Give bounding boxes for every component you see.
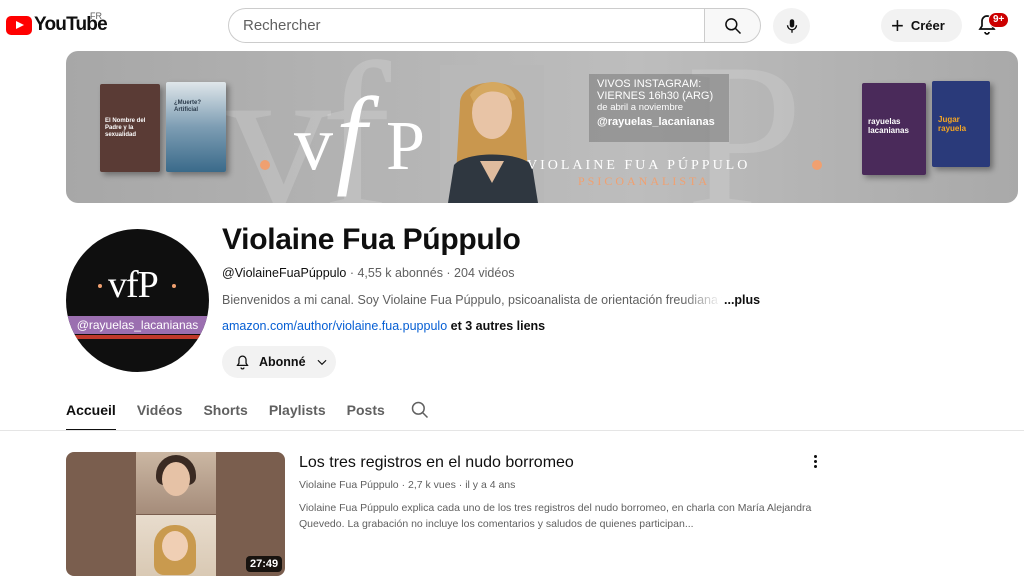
video-description: Violaine Fua Púppulo explica cada uno de… (299, 502, 812, 530)
tab-playlists[interactable]: Playlists (269, 400, 326, 431)
tab-videos[interactable]: Vidéos (137, 400, 183, 431)
subscribed-button[interactable]: Abonné (222, 346, 336, 378)
channel-links: amazon.com/author/violaine.fua.puppulo e… (222, 319, 545, 333)
search-icon (724, 17, 741, 34)
banner-dot-left (260, 160, 270, 170)
instagram-live-box: VIVOS INSTAGRAM: VIERNES 16h30 (ARG) de … (589, 74, 729, 142)
voice-search-button[interactable] (773, 8, 810, 44)
chevron-down-icon (317, 359, 327, 366)
country-code: FR (90, 11, 102, 21)
banner-role: PSICOANALISTA (578, 174, 711, 188)
vfp-logo-p: P (386, 108, 425, 185)
description-more-link[interactable]: ...plus (724, 293, 760, 307)
channel-name: Violaine Fua Púppulo (222, 223, 521, 256)
video-meta: Violaine Fua Púppulo · 2,7 k vues · il y… (299, 479, 515, 491)
instagram-line-1: VIVOS INSTAGRAM: (597, 78, 702, 90)
book-cover-3: rayuelas lacanianas (862, 83, 926, 175)
tab-posts[interactable]: Posts (347, 400, 385, 431)
channel-description[interactable]: Bienvenidos a mi canal. Soy Violaine Fua… (222, 293, 722, 307)
channel-meta: @ViolaineFuaPúppulo · 4,55 k abonnés · 2… (222, 266, 515, 280)
top-bar: YouTube FR + Créer 9+ (0, 0, 1024, 52)
notifications-badge: 9+ (988, 12, 1010, 28)
thumbnail-participant-2 (136, 515, 216, 576)
search-input[interactable] (229, 9, 704, 42)
channel-handle: @ViolaineFuaPúppulo (222, 266, 347, 280)
video-age: il y a 4 ans (465, 479, 516, 491)
subscribed-label: Abonné (259, 355, 306, 369)
avatar-dot-left (98, 284, 102, 288)
kebab-dot (813, 454, 817, 458)
channel-banner: vf P El Nombre del Padre y la sexualidad… (66, 51, 1018, 203)
tab-shorts[interactable]: Shorts (203, 400, 247, 431)
vfp-logo-f: f (336, 75, 380, 197)
more-links[interactable]: et 3 autres liens (447, 319, 546, 333)
participant-2-face (162, 531, 188, 561)
avatar-logo: vfP (108, 264, 159, 306)
instagram-line-3: de abril a noviembre (597, 102, 684, 113)
instagram-handle: @rayuelas_lacanianas (597, 116, 715, 128)
book-title-3: rayuelas lacanianas (868, 117, 909, 135)
create-button[interactable]: + Créer (881, 9, 962, 42)
book-cover-4: Jugar rayuela (932, 81, 990, 167)
vfp-logo: v f P (294, 75, 425, 197)
youtube-play-icon (6, 15, 32, 35)
create-label: Créer (910, 18, 945, 33)
video-channel[interactable]: Violaine Fua Púppulo (299, 479, 399, 491)
vfp-logo-v: v (294, 99, 333, 186)
book-title-2: ¿Muerte? Artificial (174, 100, 201, 113)
avatar-red-line (66, 335, 209, 339)
plus-icon: + (891, 12, 904, 38)
banner-dot-right (812, 160, 822, 170)
tabs-divider (0, 430, 1024, 431)
channel-stats: · 4,55 k abonnés · 204 vidéos (346, 266, 515, 280)
book-cover-1: El Nombre del Padre y la sexualidad (100, 84, 160, 172)
avatar-dot-right (172, 284, 176, 288)
video-title[interactable]: Los tres registros en el nudo borromeo (299, 454, 574, 472)
more-actions-icon[interactable] (806, 452, 824, 470)
search-box (228, 8, 704, 43)
tab-accueil[interactable]: Accueil (66, 400, 116, 431)
participant-1-face (162, 462, 190, 496)
kebab-dot (813, 464, 817, 468)
microphone-icon (786, 19, 797, 33)
avatar-handle: @rayuelas_lacanianas (66, 316, 209, 334)
channel-avatar[interactable]: vfP @rayuelas_lacanianas (66, 229, 209, 372)
kebab-dot (813, 459, 817, 463)
book-title-4: Jugar rayuela (938, 115, 967, 133)
search-icon[interactable] (410, 400, 430, 420)
video-duration: 27:49 (246, 556, 283, 572)
description-fade (682, 290, 722, 308)
instagram-line-2: VIERNES 16h30 (ARG) (597, 90, 714, 102)
banner-name: VIOLAINE FUA PÚPPULO (527, 158, 751, 173)
book-title-1: El Nombre del Padre y la sexualidad (105, 118, 146, 138)
search-button[interactable] (704, 8, 761, 43)
thumbnail-participant-1 (136, 452, 216, 514)
portrait-photo (440, 65, 544, 203)
video-views: 2,7 k vues (407, 479, 456, 491)
book-cover-2: ¿Muerte? Artificial (166, 82, 226, 172)
amazon-link[interactable]: amazon.com/author/violaine.fua.puppulo (222, 319, 447, 333)
channel-tabs: Accueil Vidéos Shorts Playlists Posts (66, 400, 406, 431)
bell-icon (236, 354, 249, 369)
